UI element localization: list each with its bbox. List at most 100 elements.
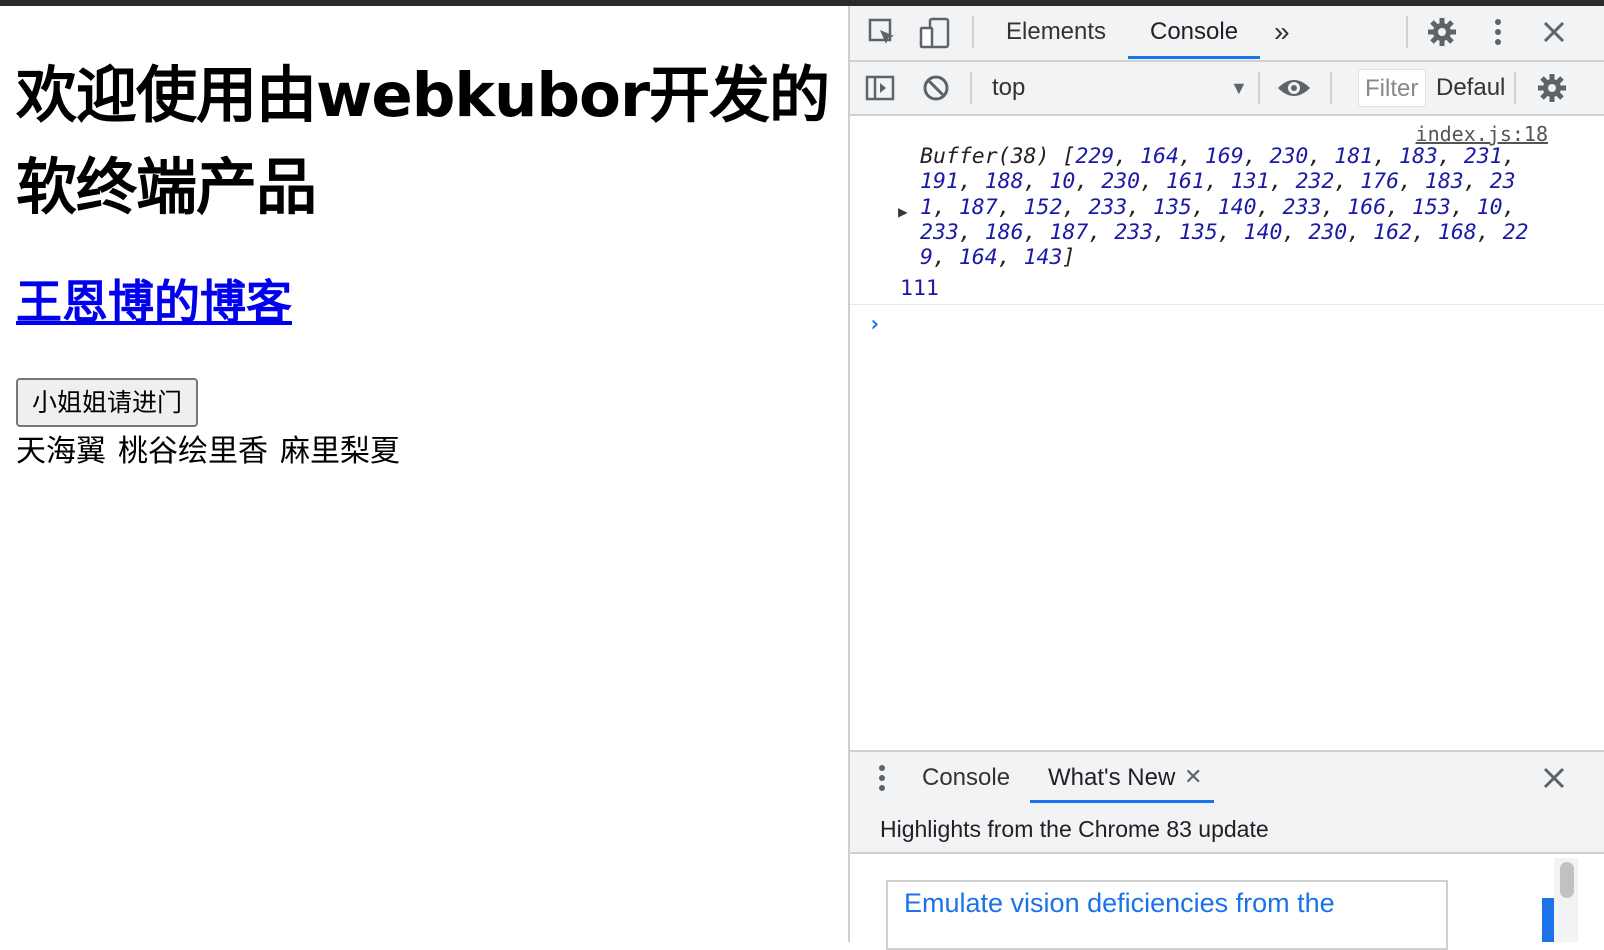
chevron-down-icon[interactable]: ▼ xyxy=(1230,78,1248,99)
settings-gear-icon[interactable] xyxy=(1426,16,1458,52)
buffer-byte-value: 176 xyxy=(1360,169,1400,195)
tab-elements[interactable]: Elements xyxy=(1006,18,1106,46)
drawer-tab-console[interactable]: Console xyxy=(922,764,1010,792)
drawer-menu-icon[interactable] xyxy=(876,762,888,798)
buffer-separator: , xyxy=(1204,169,1231,195)
buffer-separator: , xyxy=(1450,194,1477,220)
buffer-byte-value: 188 xyxy=(984,169,1024,195)
buffer-separator: , xyxy=(1088,219,1115,245)
buffer-separator: , xyxy=(958,169,985,195)
buffer-separator: , xyxy=(1308,144,1335,169)
buffer-separator: , xyxy=(1269,169,1296,195)
buffer-separator: , xyxy=(1437,144,1464,169)
console-toolbar: top ▼ Filter Defaul xyxy=(850,62,1604,116)
feature-card-title[interactable]: Emulate vision deficiencies from the xyxy=(904,888,1335,919)
clear-console-icon[interactable] xyxy=(920,72,952,108)
buffer-log-message[interactable]: Buffer(38) [229, 164, 169, 230, 181, 183… xyxy=(920,144,1540,270)
page-heading: 欢迎使用由webkubor开发的软终端产品 xyxy=(16,60,830,223)
buffer-byte-value: 230 xyxy=(1269,144,1309,169)
console-prompt-icon[interactable]: › xyxy=(868,312,881,337)
buffer-byte-value: 162 xyxy=(1373,219,1412,245)
message-divider xyxy=(850,304,1604,305)
buffer-byte-value: 135 xyxy=(1153,194,1192,220)
console-output: index.js:18 ▶ Buffer(38) [229, 164, 169,… xyxy=(850,116,1604,766)
buffer-byte-value: 233 xyxy=(1088,194,1128,220)
console-settings-gear-icon[interactable] xyxy=(1536,72,1568,108)
scrollbar-thumb[interactable] xyxy=(1560,862,1574,898)
enter-button[interactable]: 小姐姐请进门 xyxy=(16,378,199,427)
close-devtools-icon[interactable] xyxy=(1540,18,1568,50)
buffer-separator: , xyxy=(1217,219,1244,245)
buffer-separator: , xyxy=(1282,219,1309,245)
source-link[interactable]: index.js:18 xyxy=(1416,122,1548,146)
buffer-byte-value: 131 xyxy=(1230,169,1270,195)
buffer-byte-value: 231 xyxy=(1463,144,1503,169)
buffer-byte-value: 140 xyxy=(1217,194,1257,220)
blog-link[interactable]: 王恩博的博客 xyxy=(16,274,292,330)
buffer-byte-value: 233 xyxy=(1282,194,1322,220)
buffer-separator: , xyxy=(932,245,959,271)
buffer-byte-value: 140 xyxy=(1243,219,1283,245)
buffer-separator: , xyxy=(1321,194,1348,220)
sidebar-toggle-icon[interactable] xyxy=(864,72,896,108)
inspect-element-icon[interactable] xyxy=(866,16,900,54)
buffer-separator: , xyxy=(997,245,1024,271)
buffer-separator: , xyxy=(1347,219,1374,245)
toolbar-separator xyxy=(970,72,972,104)
buffer-separator: , xyxy=(1075,169,1102,195)
buffer-byte-value: 230 xyxy=(1101,169,1141,195)
number-log-message: 111 xyxy=(900,276,939,301)
drawer-tab-whats-new[interactable]: What's New xyxy=(1048,764,1175,792)
buffer-separator: , xyxy=(1023,219,1050,245)
buffer-byte-value: 135 xyxy=(1178,219,1218,245)
context-selector[interactable]: top xyxy=(992,74,1025,102)
buffer-byte-value: 186 xyxy=(984,219,1024,245)
buffer-separator: , xyxy=(1334,169,1361,195)
live-expression-eye-icon[interactable] xyxy=(1276,74,1312,106)
buffer-separator: , xyxy=(997,194,1024,220)
log-levels-dropdown[interactable]: Defaul xyxy=(1436,74,1505,102)
buffer-byte-value: 233 xyxy=(1114,219,1154,245)
buffer-byte-value: 164 xyxy=(958,245,998,271)
expand-triangle-icon[interactable]: ▶ xyxy=(898,202,908,221)
buffer-byte-value: 187 xyxy=(1049,219,1089,245)
buffer-byte-value: 153 xyxy=(1411,194,1451,220)
close-drawer-icon[interactable] xyxy=(1540,764,1568,796)
buffer-separator: , xyxy=(1386,194,1412,220)
more-options-icon[interactable] xyxy=(1490,16,1506,52)
buffer-separator: , xyxy=(1127,194,1154,220)
buffer-separator: , xyxy=(1114,144,1141,169)
active-drawer-tab-indicator xyxy=(1030,800,1214,803)
more-tabs-icon[interactable]: » xyxy=(1274,16,1290,48)
whats-new-panel: Highlights from the Chrome 83 update Emu… xyxy=(850,804,1604,950)
names-line: 天海翼 桃谷绘里香 麻里梨夏 xyxy=(16,431,412,473)
buffer-separator: , xyxy=(1476,219,1503,245)
buffer-byte-value: 164 xyxy=(1140,144,1179,169)
buffer-separator: , xyxy=(1399,169,1425,195)
toolbar-separator xyxy=(1406,16,1408,48)
device-toolbar-icon[interactable] xyxy=(918,16,952,54)
buffer-separator: , xyxy=(1140,169,1166,195)
drawer-tabbar: Console What's New ✕ xyxy=(850,750,1604,806)
buffer-separator: , xyxy=(1373,144,1400,169)
close-tab-icon[interactable]: ✕ xyxy=(1184,764,1202,790)
buffer-byte-value: 233 xyxy=(920,219,959,245)
feature-card[interactable]: Emulate vision deficiencies from the xyxy=(886,880,1448,950)
buffer-separator: , xyxy=(1023,169,1050,195)
buffer-byte-value: 183 xyxy=(1424,169,1464,195)
buffer-byte-value: 187 xyxy=(958,194,998,220)
buffer-byte-value: 10 xyxy=(1049,169,1076,195)
filter-input[interactable]: Filter xyxy=(1358,69,1426,107)
toolbar-separator xyxy=(972,16,974,48)
buffer-separator: , xyxy=(1153,219,1179,245)
buffer-separator: , xyxy=(1191,194,1218,220)
buffer-separator: , xyxy=(1062,194,1089,220)
buffer-separator: , xyxy=(1463,169,1490,195)
tab-console[interactable]: Console xyxy=(1150,18,1238,46)
buffer-separator: , xyxy=(1243,144,1270,169)
buffer-byte-value: 191 xyxy=(920,169,959,195)
buffer-byte-value: 168 xyxy=(1437,219,1477,245)
page-viewport: 欢迎使用由webkubor开发的软终端产品 王恩博的博客 小姐姐请进门 天海翼桃… xyxy=(0,6,848,942)
buffer-separator: , xyxy=(1178,144,1205,169)
devtools-panel: Elements Console » top ▼ Filter Defaul i… xyxy=(848,6,1604,950)
